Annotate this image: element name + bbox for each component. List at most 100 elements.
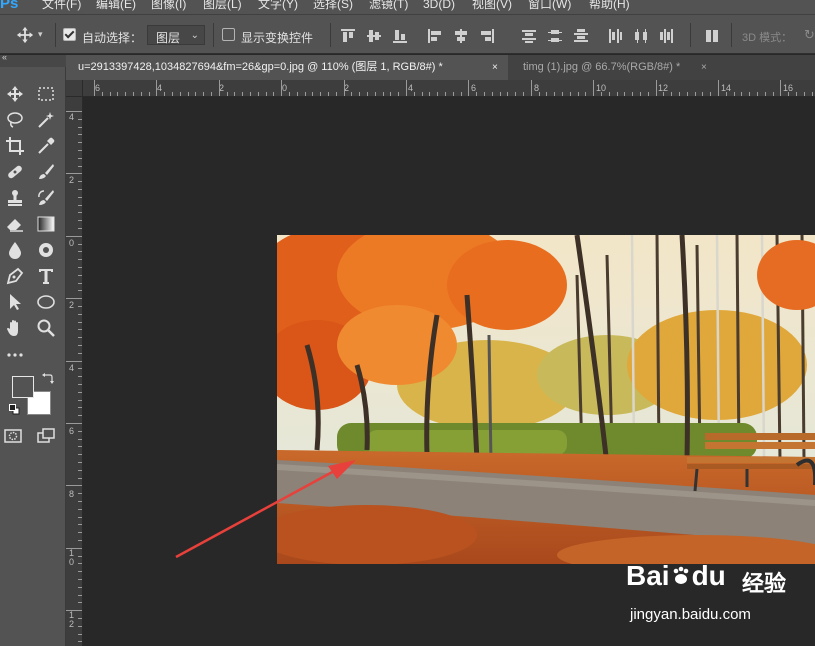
magic-wand-tool-icon[interactable] xyxy=(36,110,56,130)
gradient-tool-icon[interactable] xyxy=(36,214,56,234)
ruler-label: 0 xyxy=(282,83,288,93)
auto-select-label: 自动选择： xyxy=(82,31,143,45)
align-right-icon[interactable] xyxy=(480,29,494,43)
ellipse-tool-icon[interactable] xyxy=(36,292,56,312)
watermark-brand: Bai du xyxy=(626,560,726,591)
auto-select-checkbox[interactable] xyxy=(63,28,76,41)
auto-select-target-value: 图层 xyxy=(156,31,181,45)
hand-tool-icon[interactable] xyxy=(5,318,25,338)
dodge-tool-icon[interactable] xyxy=(36,240,56,260)
preset-dropdown-icon[interactable]: ▾ xyxy=(38,29,43,40)
menu-edit[interactable]: 编辑(E) xyxy=(96,0,136,13)
chevron-down-icon: ⌄ xyxy=(190,30,199,41)
default-colors-icon[interactable] xyxy=(9,404,20,415)
marquee-tool-icon[interactable] xyxy=(36,84,56,104)
menu-select[interactable]: 选择(S) xyxy=(313,0,353,13)
ruler-label: 2 xyxy=(344,83,350,93)
move-tool-icon[interactable] xyxy=(5,84,25,104)
3d-orbit-icon[interactable]: ↻ xyxy=(804,27,815,43)
brush-tool-icon[interactable] xyxy=(36,162,56,182)
ruler-label: 4 xyxy=(69,112,75,122)
baidu-jingyan-watermark: Bai du 经验 jingyan.baidu.com xyxy=(622,560,812,640)
path-selection-tool-icon[interactable] xyxy=(5,292,25,312)
ruler-label: 6 xyxy=(95,83,101,93)
history-brush-tool-icon[interactable] xyxy=(36,188,56,208)
divider xyxy=(731,23,732,47)
show-transform-label: 显示变换控件 xyxy=(241,31,314,45)
ruler-label: 1 0 xyxy=(69,548,75,567)
options-bar: ▾ 自动选择： 图层 ⌄ 显示变换控件 3D 模式： ↻ xyxy=(0,14,815,54)
align-bottom-icon[interactable] xyxy=(393,29,407,43)
vertical-ruler[interactable]: 4 2 0 2 4 6 8 1 0 1 2 xyxy=(66,97,83,646)
menu-image[interactable]: 图像(I) xyxy=(151,0,186,13)
menu-layer[interactable]: 图层(L) xyxy=(203,0,242,13)
menu-bar: Ps 文件(F) 编辑(E) 图像(I) 图层(L) 文字(Y) 选择(S) 滤… xyxy=(0,0,815,14)
distribute-left-icon[interactable] xyxy=(608,29,622,43)
distribute-top-icon[interactable] xyxy=(522,29,536,43)
swap-colors-icon[interactable] xyxy=(42,372,54,384)
tab-title: timg (1).jpg @ 66.7%(RGB/8#) * xyxy=(523,61,681,73)
show-transform-checkbox[interactable] xyxy=(222,28,235,41)
autumn-park-photo[interactable] xyxy=(277,235,815,564)
photoshop-logo: Ps xyxy=(0,0,19,12)
menu-filter[interactable]: 滤镜(T) xyxy=(369,0,408,13)
ruler-label: 4 xyxy=(157,83,163,93)
more-tools-icon[interactable] xyxy=(5,345,25,365)
ruler-label: 4 xyxy=(408,83,414,93)
auto-align-layers-icon[interactable] xyxy=(705,29,719,43)
toolbox: « xyxy=(0,52,66,646)
pen-tool-icon[interactable] xyxy=(5,266,25,286)
ruler-label: 8 xyxy=(69,489,75,499)
blur-tool-icon[interactable] xyxy=(5,240,25,260)
menu-type[interactable]: 文字(Y) xyxy=(258,0,298,13)
align-top-icon[interactable] xyxy=(341,29,355,43)
toolbox-grip[interactable]: « xyxy=(0,52,66,67)
clone-stamp-tool-icon[interactable] xyxy=(5,188,25,208)
ruler-label: 6 xyxy=(69,426,75,436)
ruler-label: 1 2 xyxy=(69,610,75,629)
quick-mask-icon[interactable] xyxy=(3,426,23,446)
healing-brush-tool-icon[interactable] xyxy=(5,162,25,182)
document-tab-active[interactable]: u=2913397428,1034827694&fm=26&gp=0.jpg @… xyxy=(66,55,508,80)
menu-file[interactable]: 文件(F) xyxy=(42,0,81,13)
watermark-cn: 经验 xyxy=(742,571,787,596)
align-vertical-center-icon[interactable] xyxy=(367,29,381,43)
distribute-right-icon[interactable] xyxy=(660,29,674,43)
close-icon[interactable]: × xyxy=(492,55,498,80)
tab-title: u=2913397428,1034827694&fm=26&gp=0.jpg @… xyxy=(78,61,443,73)
auto-select-target-dropdown[interactable]: 图层 ⌄ xyxy=(147,25,205,45)
align-horizontal-center-icon[interactable] xyxy=(454,29,468,43)
horizontal-ruler[interactable]: 6 4 2 0 2 4 6 8 10 12 14 16 xyxy=(66,80,815,97)
distribute-vertical-center-icon[interactable] xyxy=(548,29,562,43)
collapse-icon[interactable]: « xyxy=(2,52,7,62)
screen-mode-icon[interactable] xyxy=(36,426,56,446)
menu-view[interactable]: 视图(V) xyxy=(472,0,512,13)
crop-tool-icon[interactable] xyxy=(5,136,25,156)
move-tool-preset-icon[interactable] xyxy=(16,26,34,44)
ruler-label: 0 xyxy=(69,238,75,248)
divider xyxy=(690,23,691,47)
eraser-tool-icon[interactable] xyxy=(5,214,25,234)
eyedropper-tool-icon[interactable] xyxy=(36,136,56,156)
watermark-url: jingyan.baidu.com xyxy=(630,606,751,623)
menu-window[interactable]: 窗口(W) xyxy=(528,0,571,13)
menu-3d[interactable]: 3D(D) xyxy=(423,0,455,13)
document-tab-bar: u=2913397428,1034827694&fm=26&gp=0.jpg @… xyxy=(66,55,815,80)
ruler-label: 4 xyxy=(69,363,75,373)
type-tool-icon[interactable] xyxy=(36,266,56,286)
align-left-icon[interactable] xyxy=(428,29,442,43)
ruler-label: 2 xyxy=(69,300,75,310)
menu-help[interactable]: 帮助(H) xyxy=(589,0,630,13)
ruler-label: 2 xyxy=(69,175,75,185)
distribute-bottom-icon[interactable] xyxy=(574,29,588,43)
divider xyxy=(330,23,331,47)
divider xyxy=(213,23,214,47)
lasso-tool-icon[interactable] xyxy=(5,110,25,130)
document-tab[interactable]: timg (1).jpg @ 66.7%(RGB/8#) * × xyxy=(511,55,721,80)
distribute-horizontal-center-icon[interactable] xyxy=(634,29,648,43)
ruler-origin[interactable] xyxy=(66,80,83,97)
3d-mode-label: 3D 模式： xyxy=(742,32,793,44)
foreground-color-swatch[interactable] xyxy=(12,376,34,398)
close-icon[interactable]: × xyxy=(701,55,707,80)
zoom-tool-icon[interactable] xyxy=(36,318,56,338)
